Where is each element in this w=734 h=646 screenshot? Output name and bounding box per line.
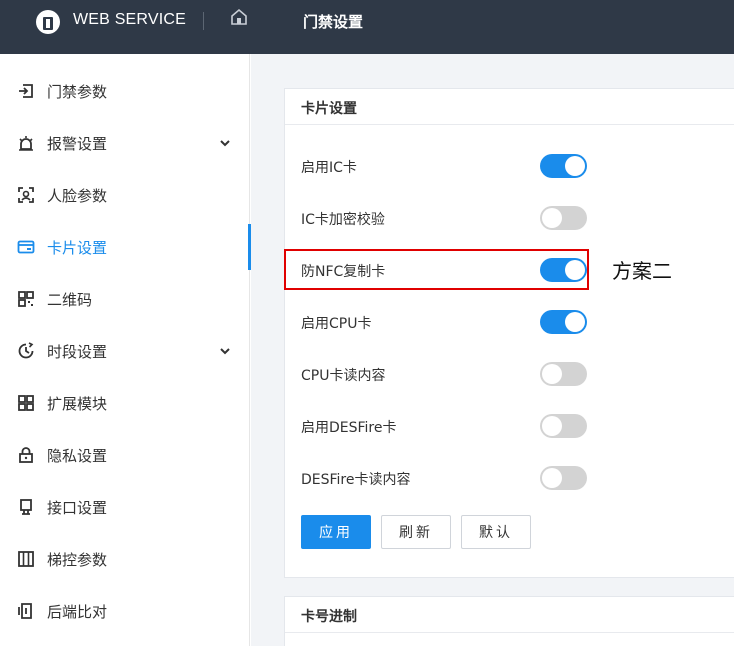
card-icon (17, 240, 35, 254)
setting-label-cpu-read: CPU卡读内容 (301, 368, 386, 384)
sidebar-item-label: 报警设置 (47, 135, 108, 153)
sidebar-item-face[interactable]: 人脸参数 (0, 172, 250, 218)
top-bar: WEB SERVICE 门禁设置 (0, 0, 734, 54)
door-login-icon (19, 84, 33, 98)
toggle-desfire-read[interactable] (540, 466, 587, 490)
toggle-knob (565, 312, 585, 332)
header-divider (203, 12, 204, 30)
sidebar-item-label: 卡片设置 (47, 239, 108, 257)
brand-title: WEB SERVICE (73, 11, 187, 28)
panel-divider (285, 632, 734, 633)
card-number-panel: 卡号进制 (284, 596, 734, 646)
sidebar-item-label: 梯控参数 (47, 551, 108, 569)
setting-label-ic-card: 启用IC卡 (301, 160, 357, 176)
panel-divider (285, 124, 734, 125)
refresh-button[interactable]: 刷新 (381, 515, 451, 549)
backend-icon (18, 603, 32, 619)
setting-label-desfire-read: DESFire卡读内容 (301, 472, 411, 488)
panel-title: 卡片设置 (301, 101, 357, 117)
toggle-cpu-read[interactable] (540, 362, 587, 386)
sidebar-item-label: 门禁参数 (47, 83, 108, 101)
sidebar-item-alarm[interactable]: 报警设置 (0, 120, 250, 166)
sidebar-item-label: 扩展模块 (47, 395, 108, 413)
logo-icon (36, 10, 60, 34)
elevator-icon (18, 551, 34, 567)
toggle-cpu-card[interactable] (540, 310, 587, 334)
panel-title: 卡号进制 (301, 609, 357, 625)
toggle-ic-card[interactable] (540, 154, 587, 178)
sidebar-item-label: 时段设置 (47, 343, 108, 361)
toggle-knob (542, 468, 562, 488)
sidebar-item-label: 二维码 (47, 291, 93, 309)
qrcode-icon (18, 291, 34, 307)
toggle-knob (542, 208, 562, 228)
toggle-desfire[interactable] (540, 414, 587, 438)
interface-icon (20, 499, 32, 515)
clock-icon (18, 342, 34, 359)
sidebar-item-interface[interactable]: 接口设置 (0, 484, 250, 530)
annotation-label: 方案二 (612, 259, 672, 283)
sidebar-item-time[interactable]: 时段设置 (0, 328, 250, 374)
home-icon[interactable] (229, 7, 249, 27)
sidebar-item-label: 人脸参数 (47, 187, 108, 205)
highlight-box (284, 249, 589, 290)
apply-button[interactable]: 应用 (301, 515, 371, 549)
sidebar: 门禁参数 报警设置 人脸参数 卡片设置 二维码 时段设置 扩展模块 隐私设置 接… (0, 54, 251, 646)
toggle-knob (542, 364, 562, 384)
toggle-knob (565, 156, 585, 176)
sidebar-item-card-settings[interactable]: 卡片设置 (0, 224, 251, 270)
sidebar-item-qrcode[interactable]: 二维码 (0, 276, 250, 322)
toggle-ic-encrypt[interactable] (540, 206, 587, 230)
chevron-down-icon[interactable] (218, 136, 232, 150)
toggle-knob (542, 416, 562, 436)
sidebar-item-label: 接口设置 (47, 499, 108, 517)
sidebar-item-label: 隐私设置 (47, 447, 108, 465)
sidebar-item-backend[interactable]: 后端比对 (0, 588, 250, 634)
chevron-down-icon[interactable] (218, 344, 232, 358)
setting-label-ic-encrypt: IC卡加密校验 (301, 212, 385, 228)
breadcrumb-current: 门禁设置 (303, 13, 364, 31)
grid-icon (18, 395, 34, 411)
sidebar-item-label: 后端比对 (47, 603, 108, 621)
sidebar-item-privacy[interactable]: 隐私设置 (0, 432, 250, 478)
lock-icon (19, 447, 33, 463)
alarm-icon (19, 136, 33, 151)
default-button[interactable]: 默认 (461, 515, 531, 549)
setting-label-cpu-card: 启用CPU卡 (301, 316, 372, 332)
sidebar-item-expansion[interactable]: 扩展模块 (0, 380, 250, 426)
setting-label-desfire: 启用DESFire卡 (301, 420, 397, 436)
sidebar-item-door-params[interactable]: 门禁参数 (0, 68, 250, 114)
face-scan-icon (18, 187, 34, 203)
sidebar-item-elevator[interactable]: 梯控参数 (0, 536, 250, 582)
